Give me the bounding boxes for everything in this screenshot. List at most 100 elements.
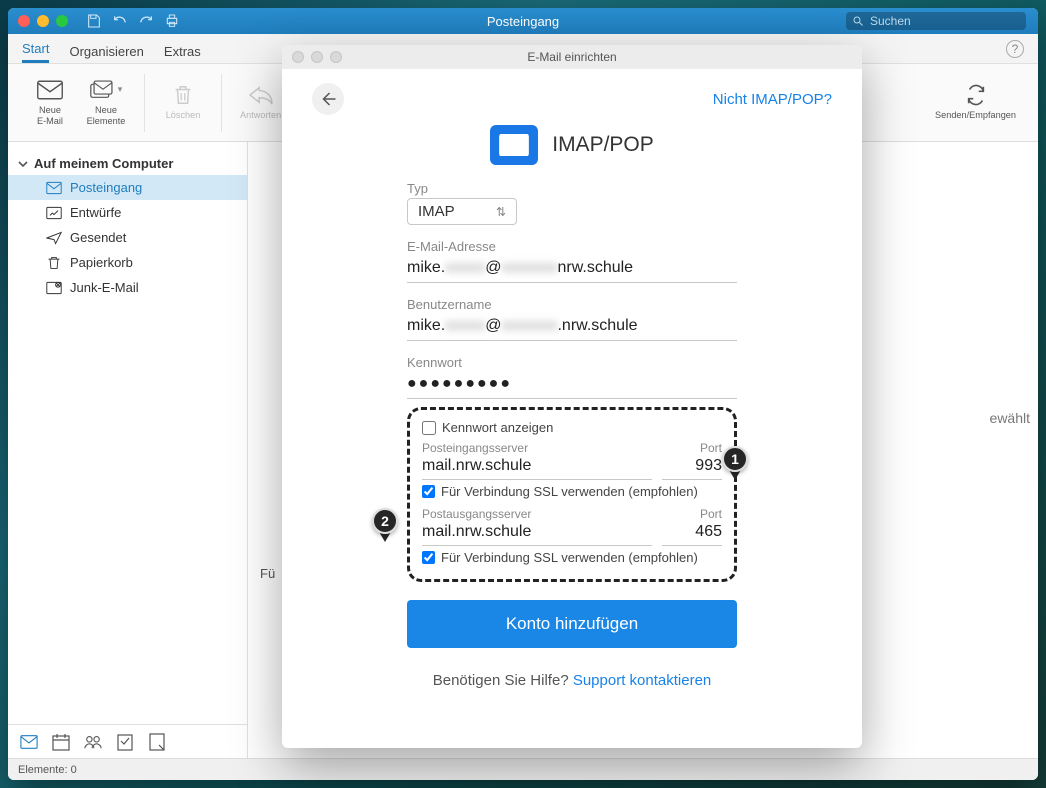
sidebar-nav-footer <box>8 724 247 758</box>
support-contact-link[interactable]: Support kontaktieren <box>573 672 711 689</box>
print-icon[interactable] <box>164 13 180 29</box>
outgoing-server-input[interactable] <box>422 521 652 546</box>
type-label: Typ <box>407 181 737 196</box>
tab-organisieren[interactable]: Organisieren <box>69 44 143 63</box>
new-items-button[interactable]: ▾ Neue Elemente <box>78 75 134 129</box>
redacted-text: xxxxx <box>445 317 485 335</box>
show-password-checkbox[interactable]: Kennwort anzeigen <box>422 420 722 435</box>
redo-icon[interactable] <box>138 13 154 29</box>
incoming-port-input[interactable] <box>662 455 722 480</box>
redacted-text: xxxxxxx <box>501 317 557 335</box>
highlighted-server-settings: 1 2 Kennwort anzeigen Posteingangsserver… <box>407 407 737 582</box>
dialog-close-button <box>292 51 304 63</box>
delete-label: Löschen <box>166 110 201 120</box>
inbox-icon <box>46 181 62 195</box>
reply-button[interactable]: Antworten <box>232 80 289 124</box>
envelope-stack-icon <box>90 79 116 101</box>
quick-access-toolbar <box>86 13 180 29</box>
no-selection-text-fragment: ewählt <box>990 410 1030 426</box>
incoming-ssl-checkbox[interactable]: Für Verbindung SSL verwenden (empfohlen) <box>422 484 722 499</box>
outgoing-ssl-checkbox[interactable]: Für Verbindung SSL verwenden (empfohlen) <box>422 550 722 565</box>
folder-sent[interactable]: Gesendet <box>8 225 247 250</box>
search-placeholder: Suchen <box>870 14 911 28</box>
tab-start[interactable]: Start <box>22 41 49 63</box>
folder-label: Entwürfe <box>70 205 121 220</box>
titlebar: Posteingang Suchen <box>8 8 1038 34</box>
folder-header-label: Auf meinem Computer <box>34 156 173 171</box>
reply-icon <box>247 84 275 106</box>
show-password-checkbox-input[interactable] <box>422 421 436 435</box>
help-line: Benötigen Sie Hilfe? Support kontaktiere… <box>312 672 832 689</box>
nav-notes-icon[interactable] <box>148 733 166 751</box>
new-email-button[interactable]: Neue E-Mail <box>22 75 78 129</box>
redacted-text: xxxxx <box>445 259 485 277</box>
trash-icon <box>169 84 197 106</box>
email-input[interactable]: mike.xxxxx@xxxxxxxnrw.schule <box>407 256 737 283</box>
folder-trash[interactable]: Papierkorb <box>8 250 247 275</box>
incoming-server-input[interactable] <box>422 455 652 480</box>
trash-icon <box>46 256 62 270</box>
incoming-ssl-checkbox-input[interactable] <box>422 485 435 498</box>
chevron-updown-icon: ⇅ <box>496 205 506 219</box>
nav-calendar-icon[interactable] <box>52 733 70 751</box>
tab-extras[interactable]: Extras <box>164 44 201 63</box>
step-pin-1: 1 <box>722 446 752 484</box>
show-password-label: Kennwort anzeigen <box>442 420 553 435</box>
dialog-zoom-button <box>330 51 342 63</box>
nav-people-icon[interactable] <box>84 733 102 751</box>
not-imap-pop-link[interactable]: Nicht IMAP/POP? <box>713 91 832 108</box>
new-email-label: Neue E-Mail <box>37 105 63 125</box>
back-button[interactable] <box>312 83 344 115</box>
mail-app-icon <box>490 125 538 165</box>
status-bar: Elemente: 0 <box>8 758 1038 780</box>
arrow-left-icon <box>319 90 337 108</box>
close-window-button[interactable] <box>18 15 30 27</box>
dialog-titlebar: E-Mail einrichten <box>282 45 862 69</box>
delete-button[interactable]: Löschen <box>155 80 211 124</box>
dialog-minimize-button <box>311 51 323 63</box>
undo-icon[interactable] <box>112 13 128 29</box>
folder-label: Gesendet <box>70 230 126 245</box>
incoming-port-label: Port <box>662 441 722 455</box>
folder-junk[interactable]: Junk-E-Mail <box>8 275 247 300</box>
help-button[interactable]: ? <box>1006 40 1024 58</box>
account-form: Typ IMAP ⇅ E-Mail-Adresse mike.xxxxx@xxx… <box>407 181 737 582</box>
outgoing-port-input[interactable] <box>662 521 722 546</box>
outgoing-ssl-checkbox-input[interactable] <box>422 551 435 564</box>
nav-mail-icon[interactable] <box>20 733 38 751</box>
username-label: Benutzername <box>407 297 737 312</box>
email-setup-dialog: E-Mail einrichten Nicht IMAP/POP? IMAP/P… <box>282 45 862 748</box>
sync-icon <box>962 84 990 106</box>
username-input[interactable]: mike.xxxxx@xxxxxxx.nrw.schule <box>407 314 737 341</box>
junk-icon <box>46 281 62 295</box>
account-type-value: IMAP <box>418 203 455 220</box>
password-input[interactable]: ●●●●●●●●● <box>407 372 737 399</box>
send-receive-button[interactable]: Senden/Empfangen <box>927 80 1024 124</box>
incoming-ssl-label: Für Verbindung SSL verwenden (empfohlen) <box>441 484 698 499</box>
nav-tasks-icon[interactable] <box>116 733 134 751</box>
dialog-title: E-Mail einrichten <box>527 50 616 64</box>
outgoing-server-label: Postausgangsserver <box>422 507 652 521</box>
folder-sidebar: Auf meinem Computer Posteingang Entwürfe… <box>8 142 248 758</box>
folder-drafts[interactable]: Entwürfe <box>8 200 247 225</box>
folder-label: Junk-E-Mail <box>70 280 139 295</box>
zoom-window-button[interactable] <box>56 15 68 27</box>
account-type-select[interactable]: IMAP ⇅ <box>407 198 517 225</box>
step-pin-2: 2 <box>372 508 402 546</box>
envelope-icon <box>36 79 64 101</box>
window-title: Posteingang <box>487 14 559 29</box>
dialog-window-controls <box>282 51 342 63</box>
search-field[interactable]: Suchen <box>846 12 1026 30</box>
email-label: E-Mail-Adresse <box>407 239 737 254</box>
folder-inbox[interactable]: Posteingang <box>8 175 247 200</box>
redacted-text: xxxxxxx <box>501 259 557 277</box>
save-icon[interactable] <box>86 13 102 29</box>
pane-text-fragment: Fü <box>260 566 275 581</box>
folder-label: Papierkorb <box>70 255 133 270</box>
window-controls <box>8 15 68 27</box>
new-items-label: Neue Elemente <box>87 105 126 125</box>
send-receive-label: Senden/Empfangen <box>935 110 1016 120</box>
folder-tree-header[interactable]: Auf meinem Computer <box>8 152 247 175</box>
add-account-button[interactable]: Konto hinzufügen <box>407 600 737 648</box>
minimize-window-button[interactable] <box>37 15 49 27</box>
